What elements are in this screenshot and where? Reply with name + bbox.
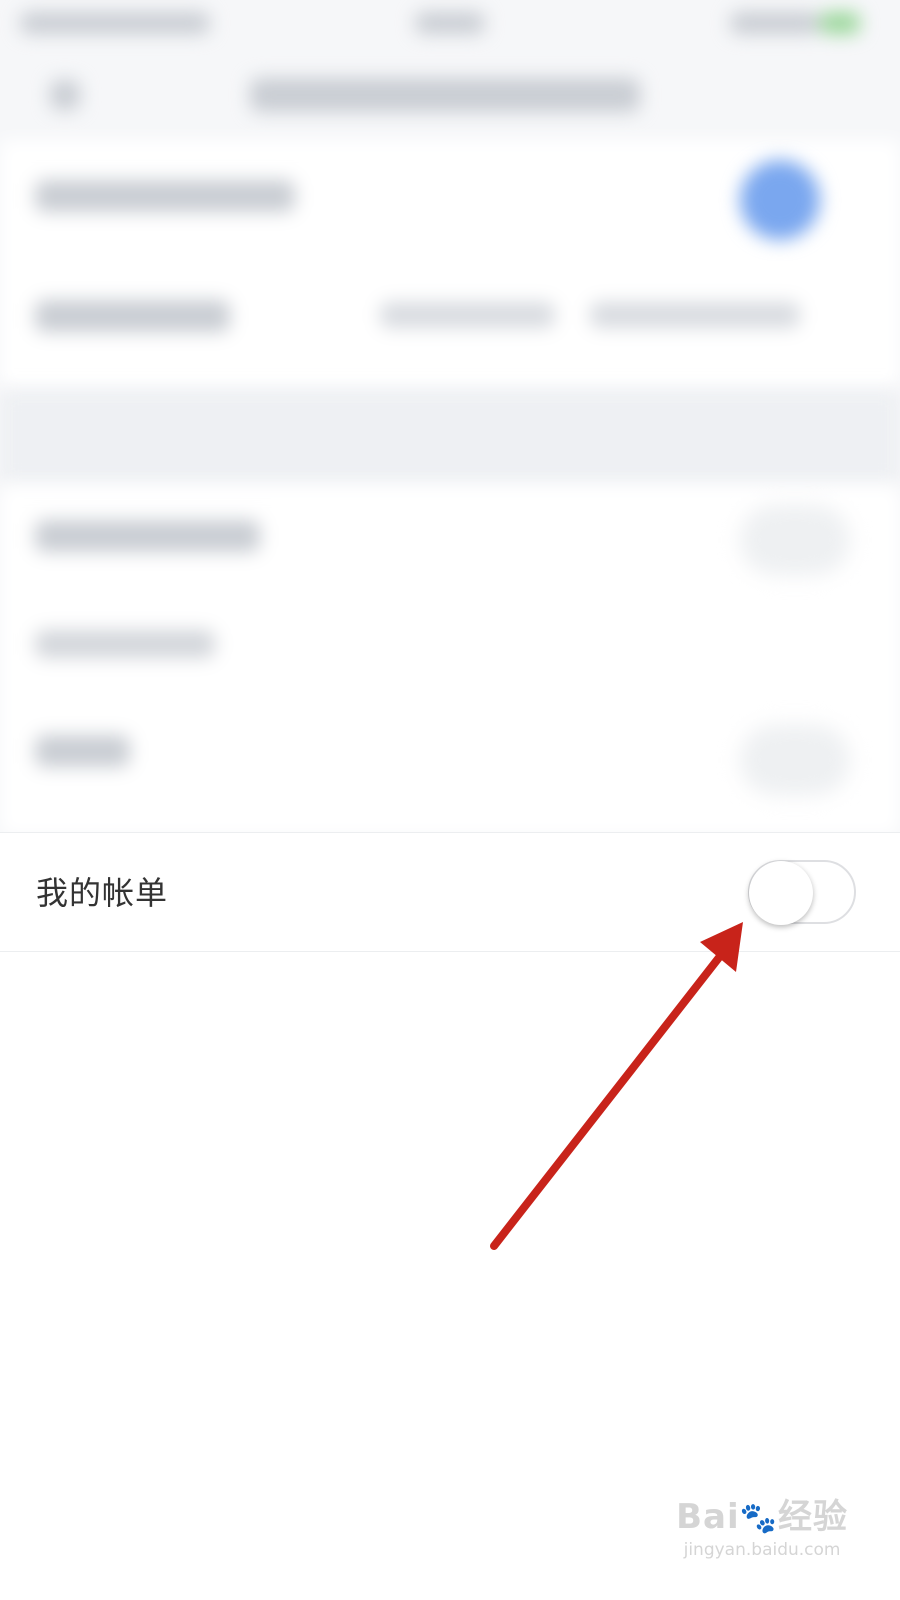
my-bill-row: 我的帐单 bbox=[0, 832, 900, 952]
paw-icon: 🐾 bbox=[739, 1501, 778, 1536]
watermark-brand-left: Bai bbox=[676, 1497, 740, 1537]
avatar bbox=[740, 160, 820, 240]
watermark-url: jingyan.baidu.com bbox=[683, 1540, 841, 1560]
baidu-jingyan-watermark: Bai🐾经验 jingyan.baidu.com bbox=[676, 1489, 848, 1560]
toggle-knob[interactable] bbox=[749, 861, 813, 925]
watermark-brand-right: 经验 bbox=[778, 1497, 848, 1537]
my-bill-label: 我的帐单 bbox=[36, 874, 169, 912]
status-bar bbox=[0, 0, 900, 50]
my-bill-toggle[interactable] bbox=[748, 860, 856, 925]
toggle-switch bbox=[740, 505, 850, 575]
toggle-switch bbox=[740, 725, 850, 795]
nav-bar bbox=[0, 50, 900, 140]
blurred-background bbox=[0, 0, 900, 835]
section-gap bbox=[0, 390, 900, 485]
